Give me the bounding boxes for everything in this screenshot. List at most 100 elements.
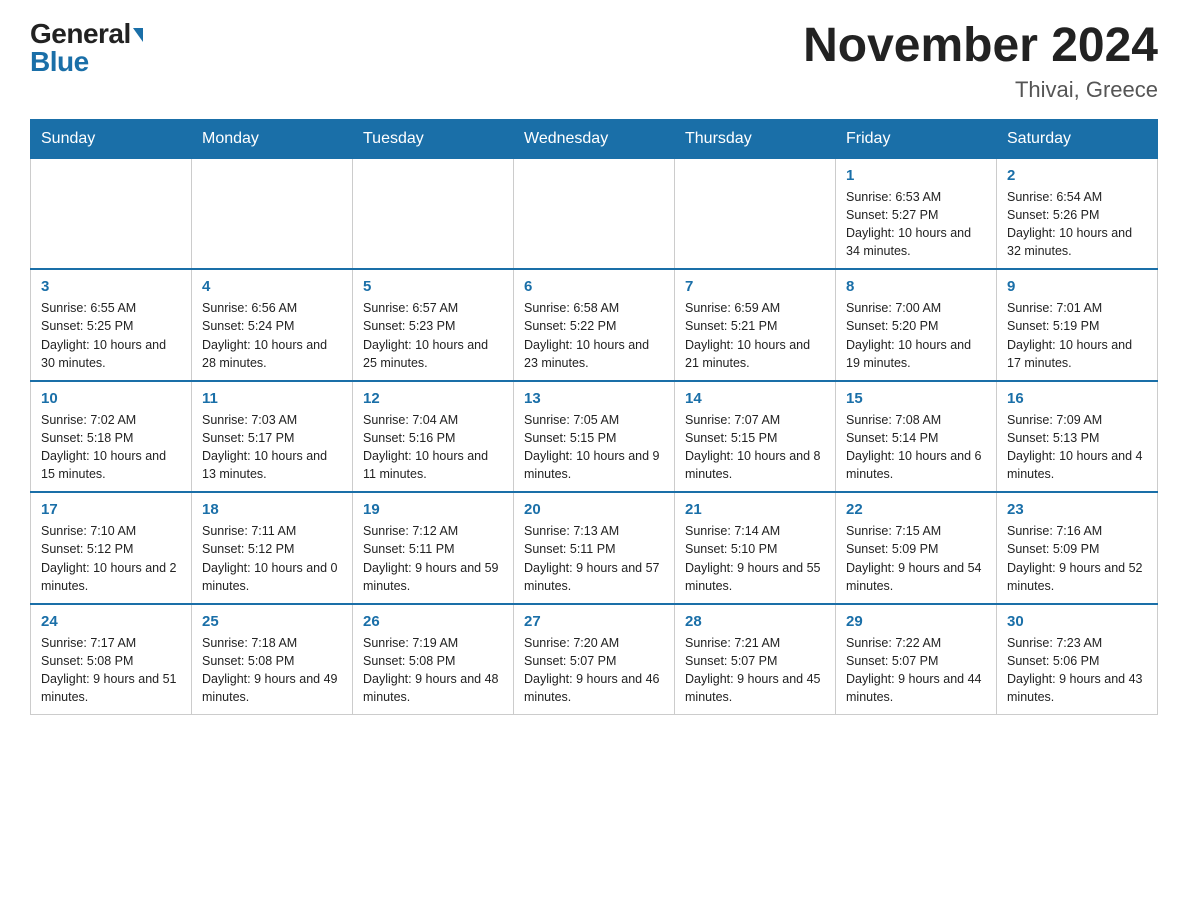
day-number: 2 xyxy=(1007,167,1147,184)
calendar-cell: 12 Sunrise: 7:04 AM Sunset: 5:16 PM Dayli… xyxy=(353,381,514,493)
calendar-cell: 13 Sunrise: 7:05 AM Sunset: 5:15 PM Dayli… xyxy=(514,381,675,493)
day-number: 10 xyxy=(41,390,181,407)
calendar-cell: 1Sunrise: 6:53 AM Sunset: 5:27 PM Daylig… xyxy=(836,158,997,269)
day-header-tuesday: Tuesday xyxy=(353,119,514,158)
day-number: 21 xyxy=(685,501,825,518)
calendar-cell xyxy=(31,158,192,269)
day-info: Sunrise: 7:14 AM Sunset: 5:10 PM Dayligh… xyxy=(685,522,825,595)
day-info: Sunrise: 7:19 AM Sunset: 5:08 PM Dayligh… xyxy=(363,634,503,707)
week-row-2: 3 Sunrise: 6:55 AM Sunset: 5:25 PM Daylig… xyxy=(31,269,1158,381)
logo: General Blue xyxy=(30,20,143,76)
day-info: Sunrise: 7:10 AM Sunset: 5:12 PM Dayligh… xyxy=(41,522,181,595)
day-number: 13 xyxy=(524,390,664,407)
calendar-subtitle: Thivai, Greece xyxy=(803,77,1158,103)
day-number: 5 xyxy=(363,278,503,295)
calendar-cell: 29 Sunrise: 7:22 AM Sunset: 5:07 PM Dayli… xyxy=(836,604,997,715)
day-number: 1 xyxy=(846,167,986,184)
day-header-sunday: Sunday xyxy=(31,119,192,158)
calendar-cell: 15 Sunrise: 7:08 AM Sunset: 5:14 PM Dayli… xyxy=(836,381,997,493)
day-number: 22 xyxy=(846,501,986,518)
day-number: 24 xyxy=(41,613,181,630)
day-number: 23 xyxy=(1007,501,1147,518)
day-info: Sunrise: 7:11 AM Sunset: 5:12 PM Dayligh… xyxy=(202,522,342,595)
day-info: Sunrise: 7:18 AM Sunset: 5:08 PM Dayligh… xyxy=(202,634,342,707)
day-info: Sunrise: 7:13 AM Sunset: 5:11 PM Dayligh… xyxy=(524,522,664,595)
day-number: 6 xyxy=(524,278,664,295)
calendar-title: November 2024 xyxy=(803,20,1158,73)
day-number: 9 xyxy=(1007,278,1147,295)
calendar-cell: 7 Sunrise: 6:59 AM Sunset: 5:21 PM Daylig… xyxy=(675,269,836,381)
day-number: 14 xyxy=(685,390,825,407)
logo-blue-text: Blue xyxy=(30,46,89,77)
calendar-cell: 16Sunrise: 7:09 AM Sunset: 5:13 PM Dayli… xyxy=(997,381,1158,493)
day-header-wednesday: Wednesday xyxy=(514,119,675,158)
week-row-1: 1Sunrise: 6:53 AM Sunset: 5:27 PM Daylig… xyxy=(31,158,1158,269)
calendar-cell: 3 Sunrise: 6:55 AM Sunset: 5:25 PM Daylig… xyxy=(31,269,192,381)
day-info: Sunrise: 7:22 AM Sunset: 5:07 PM Dayligh… xyxy=(846,634,986,707)
logo-bottom: Blue xyxy=(30,48,143,76)
day-info: Sunrise: 7:21 AM Sunset: 5:07 PM Dayligh… xyxy=(685,634,825,707)
day-info: Sunrise: 6:56 AM Sunset: 5:24 PM Dayligh… xyxy=(202,299,342,372)
day-header-monday: Monday xyxy=(192,119,353,158)
day-info: Sunrise: 7:05 AM Sunset: 5:15 PM Dayligh… xyxy=(524,411,664,484)
calendar-cell: 17 Sunrise: 7:10 AM Sunset: 5:12 PM Dayli… xyxy=(31,492,192,604)
day-info: Sunrise: 7:17 AM Sunset: 5:08 PM Dayligh… xyxy=(41,634,181,707)
day-number: 8 xyxy=(846,278,986,295)
day-header-saturday: Saturday xyxy=(997,119,1158,158)
calendar-cell: 19 Sunrise: 7:12 AM Sunset: 5:11 PM Dayli… xyxy=(353,492,514,604)
calendar-cell: 23 Sunrise: 7:16 AM Sunset: 5:09 PM Dayli… xyxy=(997,492,1158,604)
logo-top: General xyxy=(30,20,143,48)
logo-triangle-icon xyxy=(133,28,143,42)
calendar-title-area: November 2024 Thivai, Greece xyxy=(803,20,1158,103)
day-number: 30 xyxy=(1007,613,1147,630)
day-number: 3 xyxy=(41,278,181,295)
day-number: 19 xyxy=(363,501,503,518)
calendar-cell xyxy=(353,158,514,269)
calendar-cell: 24 Sunrise: 7:17 AM Sunset: 5:08 PM Dayli… xyxy=(31,604,192,715)
day-info: Sunrise: 6:55 AM Sunset: 5:25 PM Dayligh… xyxy=(41,299,181,372)
day-info: Sunrise: 6:54 AM Sunset: 5:26 PM Dayligh… xyxy=(1007,188,1147,261)
calendar-cell: 25 Sunrise: 7:18 AM Sunset: 5:08 PM Dayli… xyxy=(192,604,353,715)
day-info: Sunrise: 7:23 AM Sunset: 5:06 PM Dayligh… xyxy=(1007,634,1147,707)
calendar-cell: 9Sunrise: 7:01 AM Sunset: 5:19 PM Daylig… xyxy=(997,269,1158,381)
day-info: Sunrise: 7:08 AM Sunset: 5:14 PM Dayligh… xyxy=(846,411,986,484)
calendar-cell: 22 Sunrise: 7:15 AM Sunset: 5:09 PM Dayli… xyxy=(836,492,997,604)
day-number: 15 xyxy=(846,390,986,407)
calendar-cell: 21 Sunrise: 7:14 AM Sunset: 5:10 PM Dayli… xyxy=(675,492,836,604)
day-number: 20 xyxy=(524,501,664,518)
day-info: Sunrise: 7:07 AM Sunset: 5:15 PM Dayligh… xyxy=(685,411,825,484)
calendar-cell: 20 Sunrise: 7:13 AM Sunset: 5:11 PM Dayli… xyxy=(514,492,675,604)
calendar-cell: 18 Sunrise: 7:11 AM Sunset: 5:12 PM Dayli… xyxy=(192,492,353,604)
day-info: Sunrise: 6:59 AM Sunset: 5:21 PM Dayligh… xyxy=(685,299,825,372)
day-header-thursday: Thursday xyxy=(675,119,836,158)
calendar-cell: 10 Sunrise: 7:02 AM Sunset: 5:18 PM Dayli… xyxy=(31,381,192,493)
day-number: 28 xyxy=(685,613,825,630)
day-info: Sunrise: 7:15 AM Sunset: 5:09 PM Dayligh… xyxy=(846,522,986,595)
day-info: Sunrise: 6:57 AM Sunset: 5:23 PM Dayligh… xyxy=(363,299,503,372)
day-number: 25 xyxy=(202,613,342,630)
day-number: 26 xyxy=(363,613,503,630)
day-info: Sunrise: 7:12 AM Sunset: 5:11 PM Dayligh… xyxy=(363,522,503,595)
day-number: 11 xyxy=(202,390,342,407)
calendar-cell xyxy=(675,158,836,269)
calendar-cell: 2 Sunrise: 6:54 AM Sunset: 5:26 PM Daylig… xyxy=(997,158,1158,269)
calendar-cell: 8 Sunrise: 7:00 AM Sunset: 5:20 PM Daylig… xyxy=(836,269,997,381)
day-number: 12 xyxy=(363,390,503,407)
calendar-table: SundayMondayTuesdayWednesdayThursdayFrid… xyxy=(30,119,1158,716)
calendar-cell: 5 Sunrise: 6:57 AM Sunset: 5:23 PM Daylig… xyxy=(353,269,514,381)
day-info: Sunrise: 7:00 AM Sunset: 5:20 PM Dayligh… xyxy=(846,299,986,372)
calendar-cell: 30 Sunrise: 7:23 AM Sunset: 5:06 PM Dayli… xyxy=(997,604,1158,715)
day-number: 17 xyxy=(41,501,181,518)
day-number: 7 xyxy=(685,278,825,295)
day-info: Sunrise: 7:02 AM Sunset: 5:18 PM Dayligh… xyxy=(41,411,181,484)
day-info: Sunrise: 7:16 AM Sunset: 5:09 PM Dayligh… xyxy=(1007,522,1147,595)
day-info: Sunrise: 7:04 AM Sunset: 5:16 PM Dayligh… xyxy=(363,411,503,484)
week-row-3: 10 Sunrise: 7:02 AM Sunset: 5:18 PM Dayli… xyxy=(31,381,1158,493)
day-header-friday: Friday xyxy=(836,119,997,158)
day-number: 29 xyxy=(846,613,986,630)
day-number: 4 xyxy=(202,278,342,295)
logo-general-text: General xyxy=(30,18,131,49)
calendar-cell xyxy=(514,158,675,269)
day-number: 18 xyxy=(202,501,342,518)
page-header: General Blue November 2024 Thivai, Greec… xyxy=(30,20,1158,103)
